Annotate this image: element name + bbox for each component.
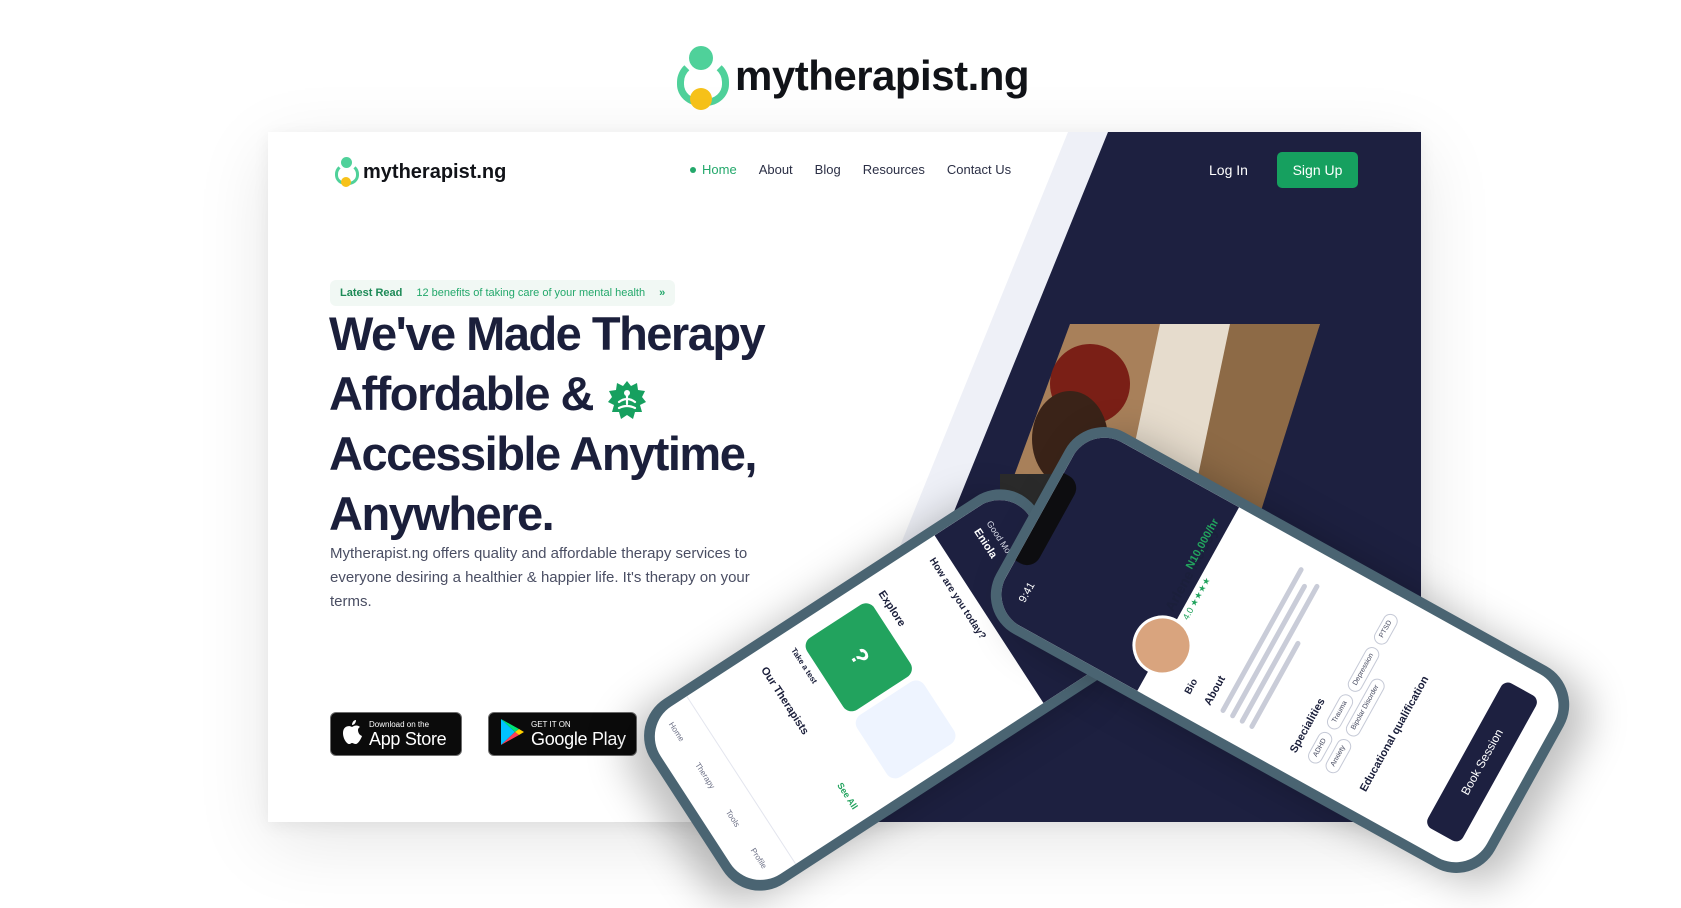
book-session-button[interactable]: Book Session <box>1424 679 1540 845</box>
our-therapists-heading: Our Therapists <box>758 664 811 737</box>
see-all-link[interactable]: See All <box>835 781 860 811</box>
hero-title-line: Anywhere. <box>329 487 555 540</box>
tab-home[interactable]: Home <box>667 720 686 743</box>
bio-tab[interactable]: Bio <box>1183 677 1200 696</box>
app-store-button[interactable]: Download on the App Store <box>330 712 462 756</box>
active-dot-icon <box>690 166 696 173</box>
tab-profile[interactable]: Profile <box>749 846 769 870</box>
login-link[interactable]: Log In <box>1209 162 1248 178</box>
nav-logo[interactable]: mytherapist.ng <box>334 156 506 188</box>
brand-header: mytherapist.ng <box>675 44 1030 110</box>
nav-link-home[interactable]: Home <box>690 162 737 177</box>
latest-read-tag: Latest Read <box>340 287 403 299</box>
latest-read-text: 12 benefits of taking care of your menta… <box>416 287 646 299</box>
google-play-button[interactable]: GET IT ON Google Play <box>488 712 637 756</box>
nav-link-contact[interactable]: Contact Us <box>947 162 1011 177</box>
speciality-chip: PTSD <box>1371 611 1401 648</box>
hero-title-line: Affordable & <box>329 364 809 424</box>
logo-icon <box>334 156 359 188</box>
google-play-small-text: GET IT ON <box>531 719 571 729</box>
hero-title-line: We've Made Therapy <box>329 307 766 360</box>
hero-title: We've Made Therapy Affordable & Accessib… <box>329 304 809 544</box>
signup-button[interactable]: Sign Up <box>1277 152 1358 188</box>
hero-title-line: Accessible Anytime, <box>329 427 757 480</box>
nav-brand-name: mytherapist.ng <box>363 160 507 183</box>
apple-icon <box>341 719 363 750</box>
latest-read-banner[interactable]: Latest Read 12 benefits of taking care o… <box>330 280 675 306</box>
google-play-big-text: Google Play <box>531 728 626 749</box>
tab-tools[interactable]: Tools <box>724 808 742 829</box>
nav-link-blog[interactable]: Blog <box>815 162 841 177</box>
double-chevron-icon: » <box>659 287 666 299</box>
logo-icon <box>675 44 729 110</box>
nav-link-about[interactable]: About <box>759 162 793 177</box>
tab-therapy[interactable]: Therapy <box>694 761 718 791</box>
app-store-small-text: Download on the <box>369 719 430 729</box>
main-nav: Home About Blog Resources Contact Us <box>690 162 1011 177</box>
app-store-big-text: App Store <box>369 728 447 749</box>
brand-name: mytherapist.ng <box>735 52 1030 99</box>
meditation-icon <box>607 374 647 419</box>
nav-link-resources[interactable]: Resources <box>863 162 925 177</box>
hero-description: Mytherapist.ng offers quality and afford… <box>330 545 750 610</box>
play-icon <box>499 718 525 751</box>
